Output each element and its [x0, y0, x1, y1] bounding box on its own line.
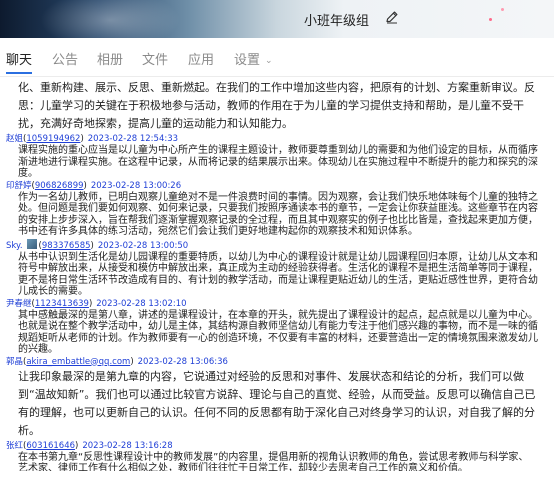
tab-chat[interactable]: 聊天: [6, 49, 32, 68]
message-header: 赵姐(1059194962) 2023-02-28 12:54:33: [6, 134, 179, 144]
sender-name[interactable]: 赵姐: [6, 134, 23, 144]
tab-announcements[interactable]: 公告: [52, 49, 78, 68]
tab-apps[interactable]: 应用: [188, 49, 214, 68]
message-header: 印舒婷(906826899) 2023-02-28 13:00:26: [6, 180, 182, 191]
message-item: 印舒婷(906826899) 2023-02-28 13:00:26 作为一名幼儿…: [6, 181, 548, 238]
title-bar-glow: [40, 0, 180, 38]
message-timestamp: 2023-02-28 12:54:33: [87, 134, 179, 144]
chevron-down-icon: ⌄: [265, 56, 273, 66]
sender-qq-link[interactable]: 906826899: [35, 181, 84, 191]
message-item: Sky. (983376585) 2023-02-28 13:00:50 从书中认识…: [6, 238, 548, 298]
active-tab-indicator: [6, 72, 32, 74]
message-item: 赵姐(1059194962) 2023-02-28 12:54:33 课程实施的重…: [6, 134, 548, 180]
message-list[interactable]: 化、重新构建、展示、反思、重新燃起。在我们的工作中增加这些内容，把原有的计划、方…: [0, 76, 554, 478]
message-text: 其中感触最深的是第八章，讲述的是课程设计，在本章的开头，就先提出了课程设计的起点…: [18, 309, 538, 356]
message-item: 张红(603161646) 2023-02-28 13:16:28 在本书第九章“…: [6, 441, 548, 471]
sender-qq-link[interactable]: 1123413639: [35, 299, 89, 309]
tab-album[interactable]: 相册: [97, 49, 123, 68]
sender-qq-link[interactable]: 983376585: [42, 241, 91, 251]
tab-bar: 聊天 公告 相册 文件 应用 设置 ⌄: [0, 38, 554, 76]
sender-name[interactable]: 印舒婷: [6, 181, 32, 191]
message-header: Sky. (983376585) 2023-02-28 13:00:50: [6, 238, 189, 251]
sender-qq-link[interactable]: 603161646: [26, 441, 75, 451]
message-timestamp: 2023-02-28 13:06:36: [137, 356, 228, 367]
tab-settings[interactable]: 设置 ⌄: [234, 49, 273, 68]
title-bar: 小班年级组: [0, 0, 554, 38]
message-header: 尹春继(1123413639) 2023-02-28 13:02:10: [6, 298, 187, 309]
sender-email-link[interactable]: akira_embattle@qq.com: [26, 357, 130, 367]
message-text: 在本书第九章“反思性课程设计中的教师发展”的内容里，提倡用新的视角认识教师的角色…: [18, 451, 529, 471]
tab-settings-label: 设置: [234, 53, 261, 68]
sender-name[interactable]: 尹春继: [6, 299, 32, 309]
decorative-sparkle: [489, 18, 492, 21]
message-timestamp: 2023-02-28 13:02:10: [96, 298, 187, 309]
sender-name[interactable]: 郭晶: [6, 357, 23, 367]
message-timestamp: 2023-02-28 13:00:26: [90, 180, 182, 191]
pencil-icon[interactable]: [384, 9, 400, 25]
partial-message-text: 化、重新构建、展示、反思、重新燃起。在我们的工作中增加这些内容，把原有的计划、方…: [18, 81, 535, 130]
message-item: 郭晶(akira_embattle@qq.com) 2023-02-28 13:0…: [6, 357, 548, 440]
message-timestamp: 2023-02-28 13:16:28: [82, 440, 173, 451]
decorative-sparkle: [501, 8, 504, 11]
message-text: 作为一名幼儿教师，已明白观察儿童绝对不是一件浪费时间的事情。因为观察，会让我们快…: [18, 191, 538, 238]
message-header: 张红(603161646) 2023-02-28 13:16:28: [6, 440, 173, 451]
group-title[interactable]: 小班年级组: [304, 10, 369, 29]
message-header: 郭晶(akira_embattle@qq.com) 2023-02-28 13:0…: [6, 356, 228, 367]
tab-files[interactable]: 文件: [142, 49, 168, 68]
avatar-thumbnail[interactable]: [26, 238, 37, 249]
message-scrollbar[interactable]: [549, 76, 554, 478]
message-text: 课程实施的重心应当是以儿童为中心所产生的课程主题设计，教师要尊重到幼儿的需要和为…: [18, 145, 538, 179]
sender-qq-link[interactable]: 1059194962: [26, 134, 80, 144]
message-text: 让我印象最深的是第九章的内容，它说通过对经验的反思和对事件、发展状态和结论的分析…: [18, 369, 536, 437]
message-item: 尹春继(1123413639) 2023-02-28 13:02:10 其中感触最…: [6, 299, 548, 356]
message-text: 从书中认识到生活化是幼儿园课程的重要特质，以幼儿为中心的课程设计就是让幼儿园课程…: [18, 251, 538, 298]
sender-name[interactable]: 张红: [6, 441, 23, 451]
message-timestamp: 2023-02-28 13:00:50: [97, 240, 189, 251]
sender-name[interactable]: Sky.: [6, 241, 23, 251]
